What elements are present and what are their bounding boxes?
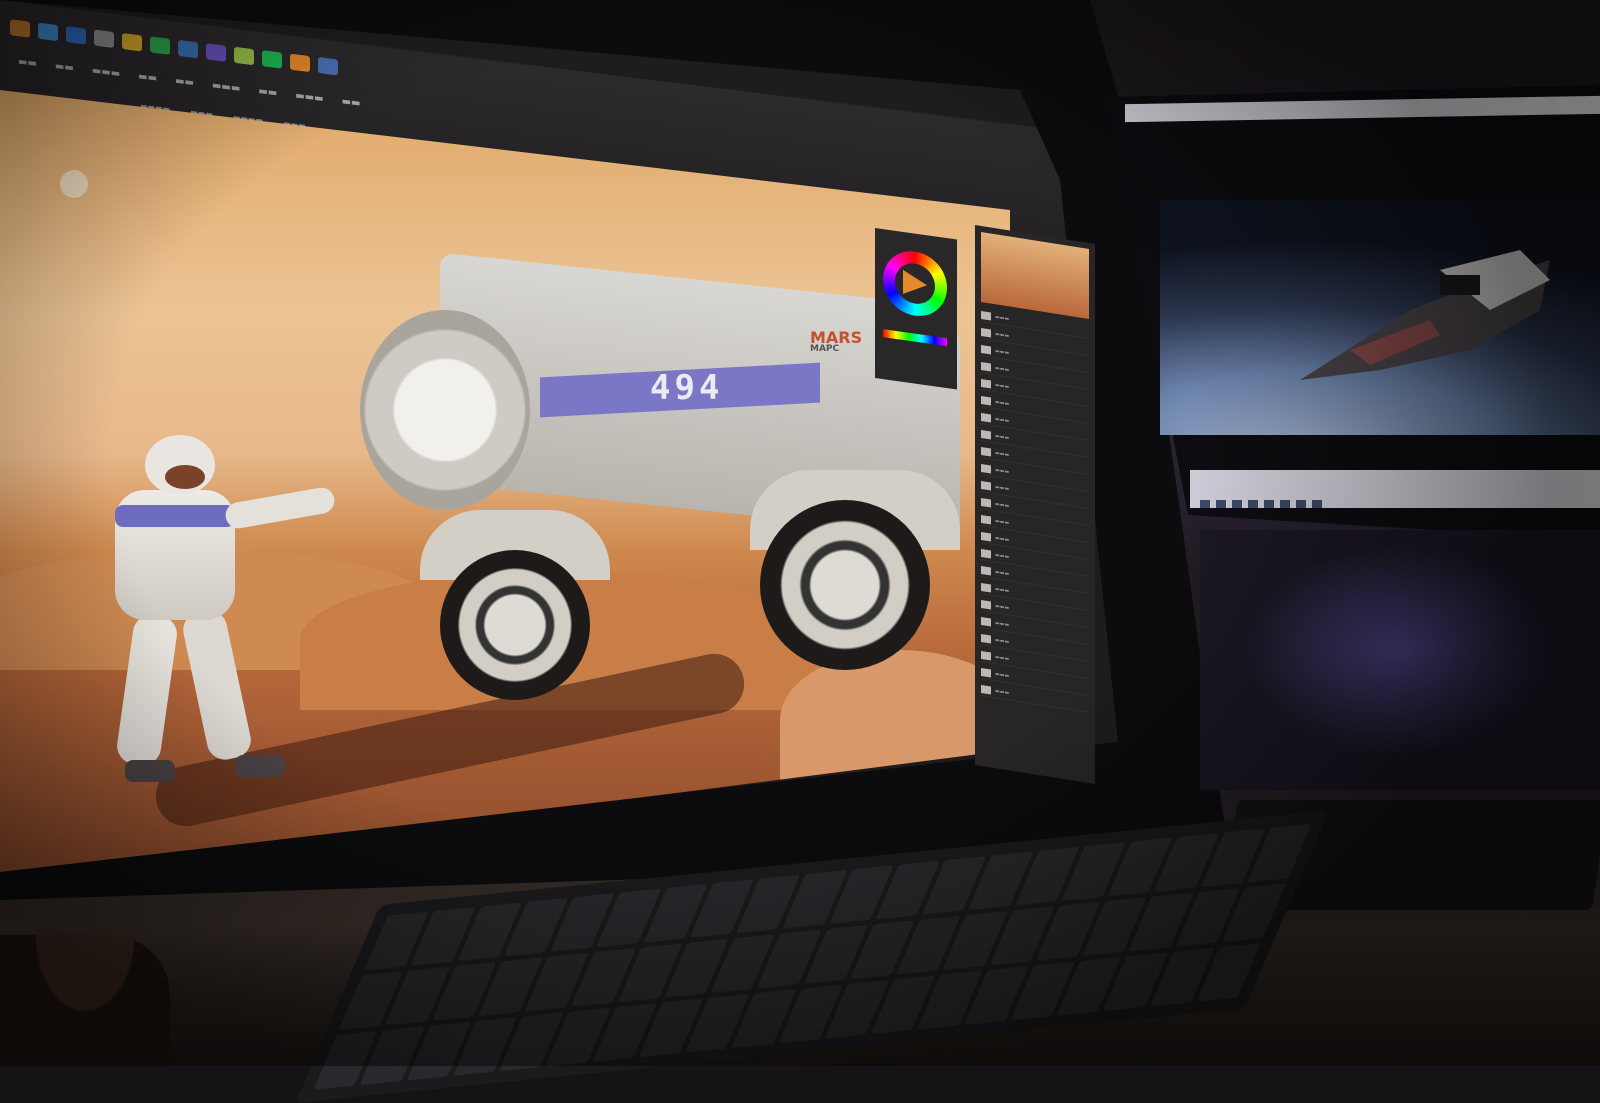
cables-background	[1200, 530, 1600, 790]
astronaut-boot	[235, 755, 285, 777]
layer-thumbnail-icon	[981, 684, 991, 695]
mars-scene-canvas[interactable]: 494 MARS МАРС	[0, 90, 1010, 872]
astronaut-leg	[179, 607, 255, 763]
layer-thumbnail-icon	[981, 531, 991, 542]
app-icon[interactable]	[1232, 500, 1242, 508]
layer-thumbnail-icon	[981, 667, 991, 678]
main-monitor-screen: ▬▬ ▬▬ ▬▬▬ ▬▬ ▬▬ ▬▬▬ ▬▬ ▬▬▬ ▬▬ ▬▬▬▬ ▬▬▬ ▬…	[0, 0, 1118, 872]
app-icon[interactable]	[1216, 500, 1226, 508]
menu-item[interactable]: ▬▬	[258, 86, 277, 99]
menu-item[interactable]: ▬▬▬	[92, 65, 120, 79]
rover-number: 494	[650, 368, 724, 408]
astronaut-visor	[165, 465, 205, 489]
layer-thumbnail-icon	[981, 497, 991, 508]
layer-thumbnail-icon	[981, 633, 991, 644]
spaceship	[1300, 250, 1550, 380]
app-icon[interactable]	[1280, 500, 1290, 508]
app-icon[interactable]	[1200, 500, 1210, 508]
astronaut-arm	[223, 485, 337, 531]
layer-thumbnail-icon	[981, 429, 991, 440]
app-icon[interactable]	[94, 29, 114, 48]
layer-thumbnail-icon	[981, 463, 991, 474]
layer-thumbnail-icon	[981, 548, 991, 559]
astronaut-band	[115, 505, 235, 527]
app-icon[interactable]	[10, 19, 30, 38]
layer-thumbnail-icon	[981, 616, 991, 627]
menu-item[interactable]: ▬▬	[55, 61, 74, 74]
app-icon[interactable]	[1296, 500, 1306, 508]
menu-item[interactable]: ▬▬▬	[212, 80, 240, 94]
layer-thumbnail-icon	[981, 582, 991, 593]
app-icon[interactable]	[318, 57, 338, 76]
rover-logo: MARS МАРС	[810, 330, 862, 354]
layer-thumbnail-icon	[981, 327, 991, 338]
app-icon[interactable]	[1312, 500, 1322, 508]
app-icon[interactable]	[122, 32, 142, 52]
app-icon[interactable]	[38, 22, 58, 42]
app-icon[interactable]	[206, 43, 226, 62]
app-icon[interactable]	[150, 36, 170, 55]
layer-thumbnail-icon	[981, 344, 991, 355]
astronaut-leg	[114, 612, 180, 768]
menu-item[interactable]: ▬▬	[342, 96, 361, 109]
app-icon[interactable]	[66, 26, 86, 45]
layer-thumbnail-icon	[981, 395, 991, 406]
menu-item[interactable]: ▬▬	[138, 71, 157, 84]
layer-thumbnail-icon	[981, 514, 991, 525]
layers-panel: ▬▬▬ ▬▬▬ ▬▬▬ ▬▬▬ ▬▬▬ ▬▬▬ ▬▬▬ ▬▬▬ ▬▬▬ ▬▬▬ …	[975, 225, 1095, 785]
app-icon[interactable]	[290, 53, 310, 73]
layer-thumbnail-icon	[981, 480, 991, 491]
layer-thumbnail-icon	[981, 565, 991, 576]
app-icon[interactable]	[1248, 500, 1258, 508]
moon	[60, 170, 88, 198]
astronaut-boot	[125, 760, 175, 782]
side-taskbar	[1200, 500, 1400, 514]
layer-thumbnail-icon	[981, 361, 991, 372]
layer-thumbnail-icon	[981, 599, 991, 610]
menu-item[interactable]: ▬▬	[18, 56, 37, 69]
rover-wheel	[760, 500, 930, 670]
astronaut	[85, 435, 337, 795]
navigator-thumbnail[interactable]	[981, 231, 1089, 320]
rover-wheel	[440, 550, 590, 700]
menu-item[interactable]: ▬▬	[175, 75, 194, 88]
layer-thumbnail-icon	[981, 412, 991, 423]
hue-slider[interactable]	[883, 329, 947, 347]
spaceship-cockpit	[1440, 275, 1480, 295]
menu-item[interactable]: ▬▬▬	[295, 90, 323, 104]
mug	[0, 935, 170, 1066]
layer-thumbnail-icon	[981, 378, 991, 389]
rover-drum	[360, 310, 530, 510]
app-icon[interactable]	[262, 50, 282, 69]
layer-thumbnail-icon	[981, 446, 991, 457]
app-icon[interactable]	[234, 46, 254, 66]
app-icon[interactable]	[178, 39, 198, 59]
layer-thumbnail-icon	[981, 310, 991, 321]
color-triangle[interactable]	[903, 269, 927, 298]
color-picker-panel[interactable]	[875, 228, 957, 390]
app-icon[interactable]	[1264, 500, 1274, 508]
layer-thumbnail-icon	[981, 650, 991, 661]
